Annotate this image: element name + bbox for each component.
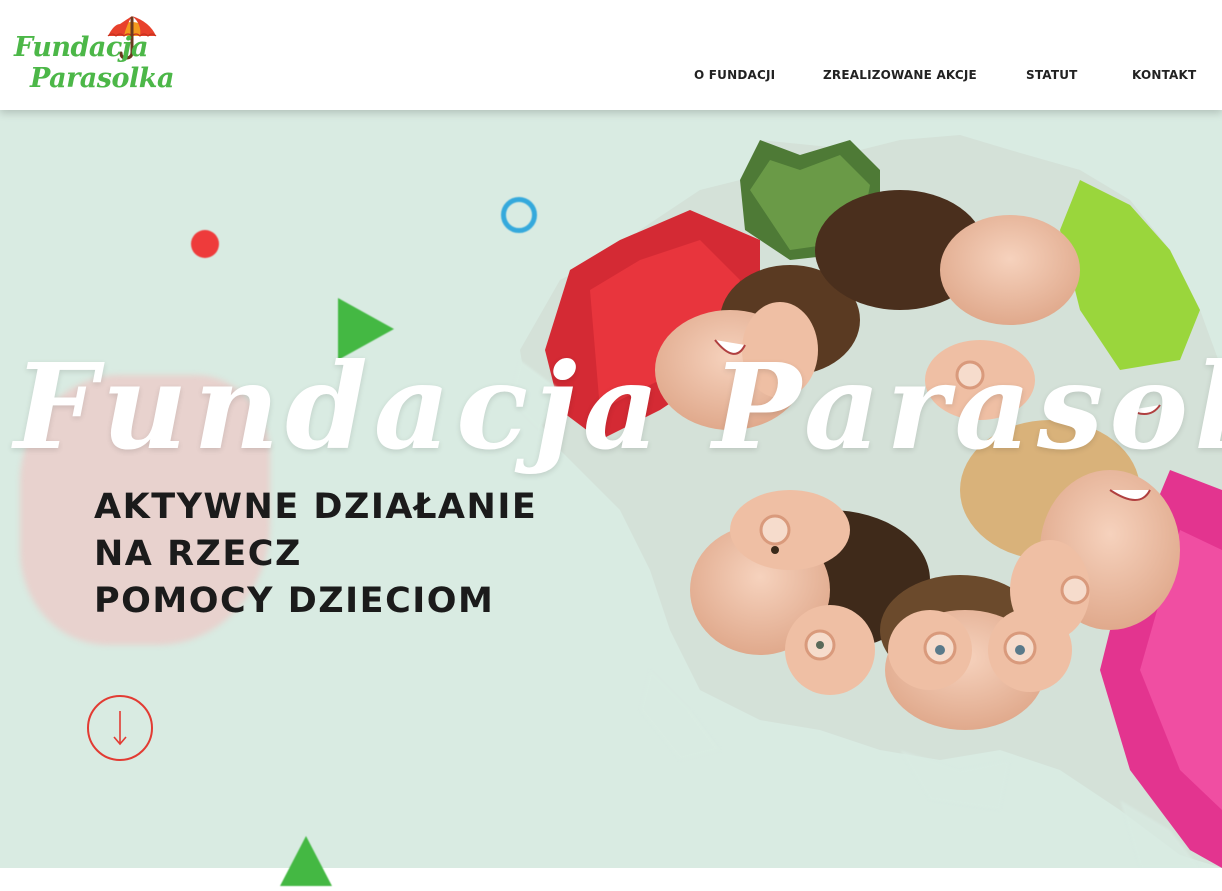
green-triangle-bottom-decoration [280,836,332,886]
hero-subtitle-line-2: NA RZECZ [94,534,302,574]
hero-title: Fundacja Parasolka [14,337,1222,476]
hero-subtitle: AKTYWNE DZIAŁANIE NA RZECZ POMOCY DZIECI… [94,484,537,625]
hero-subtitle-line-3: POMOCY DZIECIOM [94,581,495,621]
scroll-down-button[interactable] [87,695,153,761]
blue-ring-decoration [501,197,537,233]
nav-item-o-fundacji[interactable]: O FUNDACJI [694,68,775,82]
red-dot-decoration [191,230,219,258]
logo-line-1: Fundacja [14,32,149,63]
main-navigation: O FUNDACJI ZREALIZOWANE AKCJE STATUT KON… [0,68,1222,88]
hero-subtitle-line-1: AKTYWNE DZIAŁANIE [94,487,538,527]
nav-item-kontakt[interactable]: KONTAKT [1132,68,1196,82]
nav-item-statut[interactable]: STATUT [1026,68,1078,82]
arrow-down-icon [113,711,127,746]
hero-section: Fundacja Parasolka AKTYWNE DZIAŁANIE NA … [0,110,1222,868]
nav-item-zrealizowane-akcje[interactable]: ZREALIZOWANE AKCJE [823,68,977,82]
site-header: Fundacja Parasolka O FUNDACJI ZREALIZOWA… [0,0,1222,110]
